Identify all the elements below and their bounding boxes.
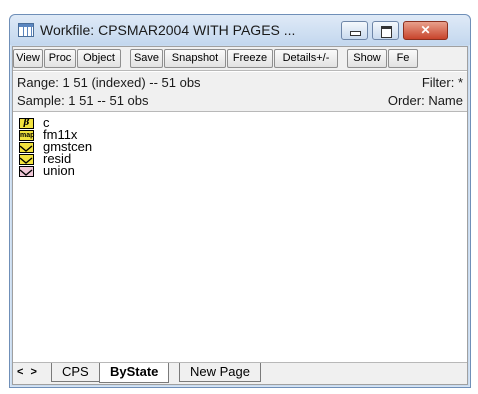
workfile-window: Workfile: CPSMAR2004 WITH PAGES ... View… bbox=[9, 14, 471, 388]
series-icon bbox=[19, 154, 34, 165]
minimize-button[interactable] bbox=[341, 21, 368, 40]
title-bar[interactable]: Workfile: CPSMAR2004 WITH PAGES ... bbox=[10, 15, 470, 45]
close-button[interactable] bbox=[403, 21, 448, 40]
toolbar: View Proc Object Save Snapshot Freeze De… bbox=[13, 47, 467, 71]
info-panel: Range: 1 51 (indexed) -- 51 obs Sample: … bbox=[13, 72, 467, 112]
series-icon bbox=[19, 166, 34, 177]
details-button[interactable]: Details+/- bbox=[274, 49, 338, 68]
sample-text[interactable]: Sample: 1 51 -- 51 obs bbox=[17, 93, 149, 108]
workfile-client-area: View Proc Object Save Snapshot Freeze De… bbox=[12, 46, 468, 385]
tab-cps[interactable]: CPS bbox=[51, 363, 100, 382]
snapshot-button[interactable]: Snapshot bbox=[164, 49, 226, 68]
range-text[interactable]: Range: 1 51 (indexed) -- 51 obs bbox=[17, 75, 201, 90]
page-nav-arrows[interactable]: < > bbox=[17, 366, 39, 378]
window-title: Workfile: CPSMAR2004 WITH PAGES ... bbox=[40, 22, 296, 38]
page-tab-bar: < > CPS ByState New Page bbox=[13, 362, 467, 384]
freeze-button[interactable]: Freeze bbox=[227, 49, 273, 68]
fetch-button[interactable]: Fe bbox=[388, 49, 418, 68]
object-button[interactable]: Object bbox=[77, 49, 121, 68]
view-button[interactable]: View bbox=[13, 49, 43, 68]
series-icon bbox=[19, 142, 34, 153]
tab-new-page[interactable]: New Page bbox=[179, 363, 261, 382]
map-icon: map bbox=[19, 130, 35, 141]
order-text[interactable]: Order: Name bbox=[388, 93, 463, 108]
maximize-button[interactable] bbox=[372, 21, 399, 40]
workfile-icon bbox=[18, 23, 34, 37]
save-button[interactable]: Save bbox=[130, 49, 163, 68]
show-button[interactable]: Show bbox=[347, 49, 387, 68]
object-name: union bbox=[43, 163, 75, 178]
coef-icon: β bbox=[19, 118, 34, 129]
tab-bystate[interactable]: ByState bbox=[99, 363, 170, 383]
filter-text[interactable]: Filter: * bbox=[422, 75, 463, 90]
proc-button[interactable]: Proc bbox=[44, 49, 76, 68]
